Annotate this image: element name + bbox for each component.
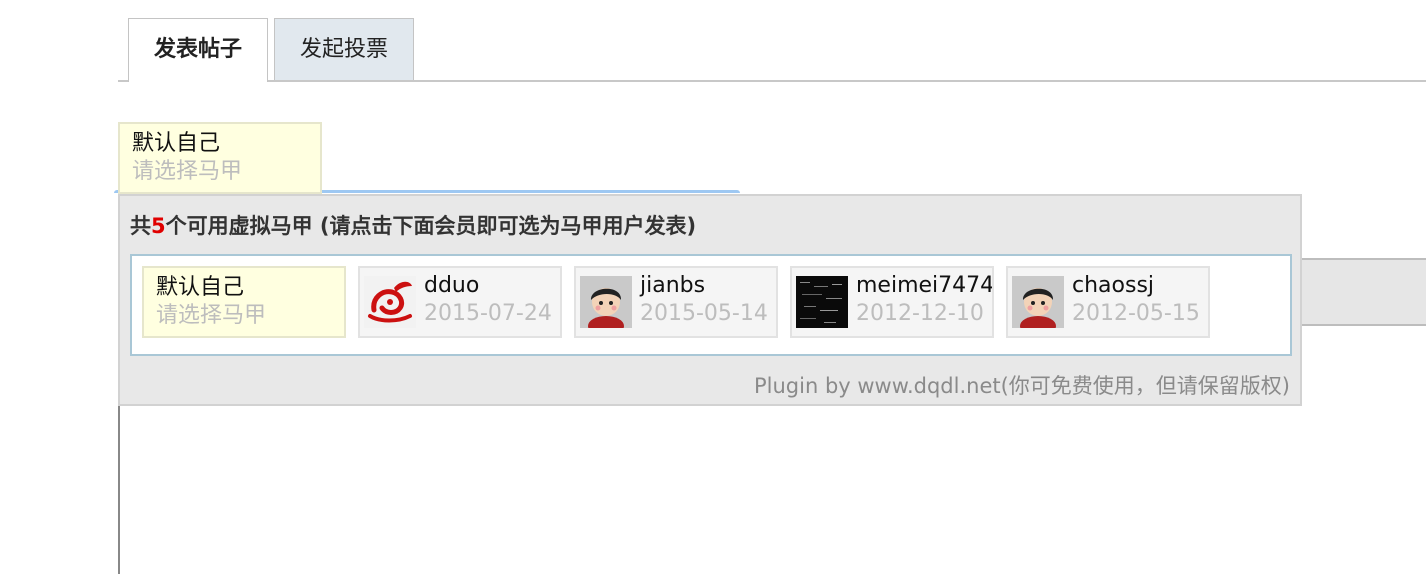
sockpuppet-count: 5 — [151, 214, 166, 238]
identity-hint: 请选择马甲 — [132, 159, 243, 184]
tab-start-poll[interactable]: 发起投票 — [274, 18, 414, 80]
sockpuppet-list: 默认自己 请选择马甲 dduo 2015-07-24 jianbs 2015-0… — [130, 254, 1292, 356]
cartoon-boy-avatar-icon — [580, 276, 632, 328]
member-card-meimei7474[interactable]: meimei7474 2012-12-10 — [790, 266, 994, 338]
identity-selector-button[interactable]: 默认自己 请选择马甲 — [118, 122, 322, 194]
option-default-name: 默认自己 — [156, 275, 245, 300]
editor-toolbar — [1300, 258, 1426, 326]
identity-name: 默认自己 — [132, 131, 221, 156]
popup-title: 共5个可用虚拟马甲 (请点击下面会员即可选为马甲用户发表) — [130, 210, 696, 240]
plugin-credit: Plugin by www.dqdl.net(你可免费使用，但请保留版权) — [753, 374, 1290, 398]
editor-left-border — [118, 404, 120, 574]
member-card-chaossj[interactable]: chaossj 2012-05-15 — [1006, 266, 1210, 338]
member-date: 2012-12-10 — [856, 301, 984, 326]
cartoon-boy-avatar-icon — [1012, 276, 1064, 328]
member-card-dduo[interactable]: dduo 2015-07-24 — [358, 266, 562, 338]
member-name: dduo — [424, 273, 480, 298]
member-date: 2015-05-14 — [640, 301, 768, 326]
option-default-self[interactable]: 默认自己 请选择马甲 — [142, 266, 346, 338]
member-name: jianbs — [640, 273, 706, 298]
member-name: chaossj — [1072, 273, 1155, 298]
member-date: 2015-07-24 — [424, 301, 552, 326]
option-default-hint: 请选择马甲 — [156, 303, 267, 328]
tab-post-thread[interactable]: 发表帖子 — [128, 18, 268, 82]
sockpuppet-popup: 共5个可用虚拟马甲 (请点击下面会员即可选为马甲用户发表) 默认自己 请选择马甲 — [118, 194, 1302, 406]
post-editor-page: 发表帖子 发起投票 默认自己 请选择马甲 共5个可用虚拟马甲 (请点击下面会员即… — [0, 0, 1426, 574]
member-name: meimei7474 — [856, 273, 994, 298]
dark-noise-avatar-icon — [796, 276, 848, 328]
title-suffix: 个可用虚拟马甲 (请点击下面会员即可选为马甲用户发表) — [165, 214, 697, 238]
red-rabbit-logo-icon — [364, 276, 416, 328]
member-date: 2012-05-15 — [1072, 301, 1200, 326]
member-card-jianbs[interactable]: jianbs 2015-05-14 — [574, 266, 778, 338]
tab-bar-divider — [118, 80, 1426, 82]
title-prefix: 共 — [130, 214, 151, 238]
